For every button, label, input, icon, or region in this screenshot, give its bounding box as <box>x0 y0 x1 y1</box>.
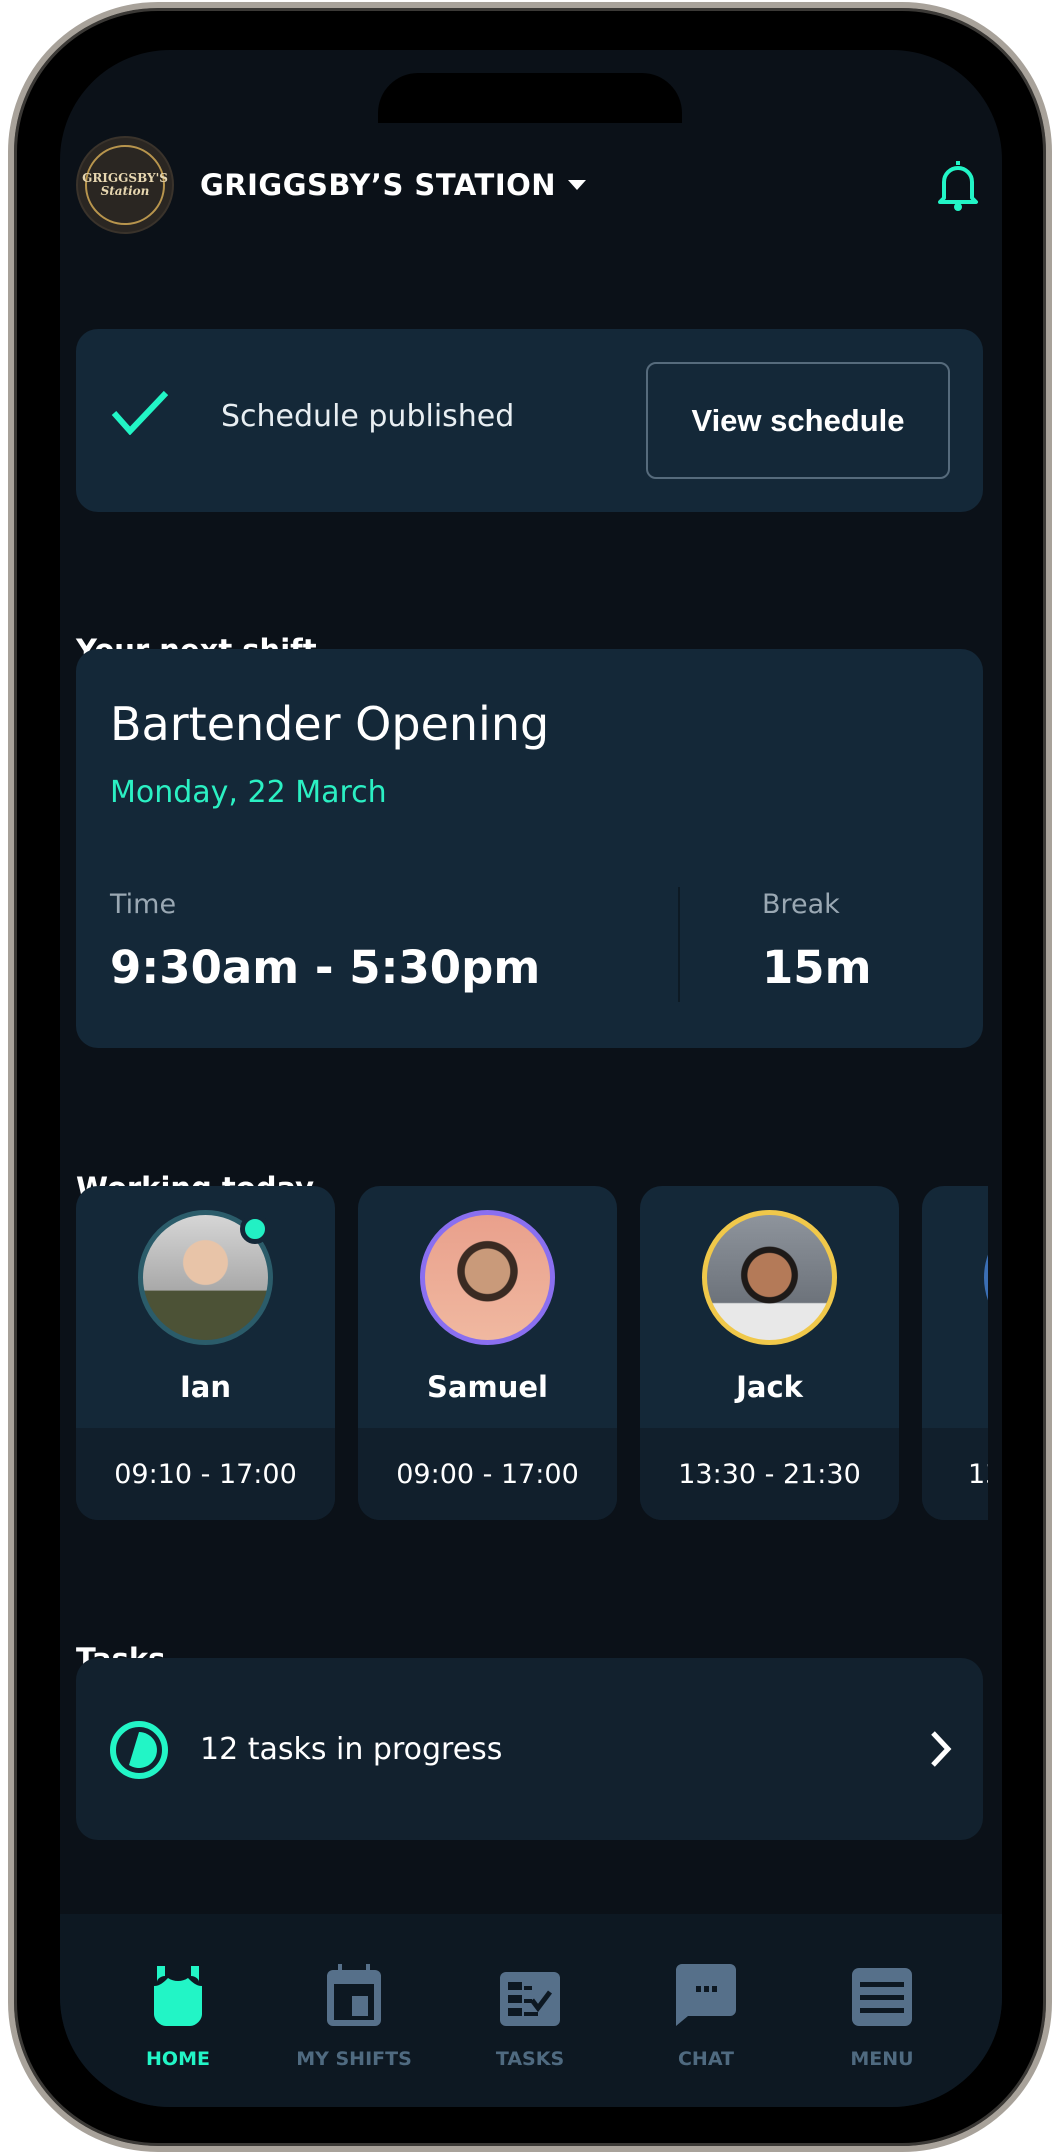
calendar-icon <box>327 1964 381 2026</box>
nav-label: HOME <box>146 2048 210 2070</box>
nav-home[interactable]: HOME <box>98 1962 258 2070</box>
staff-hours: 09:00 - 17:00 <box>358 1428 617 1520</box>
staff-name: Jack <box>736 1370 803 1404</box>
nav-label: CHAT <box>677 2048 735 2070</box>
bottom-nav: HOME MY SHIFTS TASKS CHAT MENU <box>60 1914 1002 2107</box>
tasks-summary: 12 tasks in progress <box>200 1732 503 1767</box>
staff-card[interactable]: Jack 13:30 - 21:30 <box>640 1186 899 1520</box>
avatar <box>984 1210 988 1345</box>
staff-card[interactable]: Samuel 09:00 - 17:00 <box>358 1186 617 1520</box>
home-icon <box>154 1966 202 2026</box>
nav-label: MY SHIFTS <box>296 2048 412 2070</box>
task-list-icon <box>500 1972 560 2026</box>
nav-label: TASKS <box>495 2048 565 2070</box>
staff-hours: 13:30 - 21:30 <box>640 1428 899 1520</box>
chat-bubble-icon <box>676 1964 736 2026</box>
avatar <box>420 1210 555 1345</box>
avatar <box>702 1210 837 1345</box>
nav-chat[interactable]: CHAT <box>626 1962 786 2070</box>
staff-card[interactable]: Ian 09:10 - 17:00 <box>76 1186 335 1520</box>
tasks-card[interactable]: 12 tasks in progress <box>76 1658 983 1840</box>
staff-hours: 13 <box>922 1428 988 1520</box>
app-screen: GRIGGSBY'S Station GRIGGSBY’S STATION Sch… <box>60 50 1002 2107</box>
nav-tasks[interactable]: TASKS <box>450 1962 610 2070</box>
staff-name: Samuel <box>427 1370 548 1404</box>
nav-my-shifts[interactable]: MY SHIFTS <box>274 1962 434 2070</box>
nav-label: MENU <box>850 2048 914 2070</box>
online-indicator <box>240 1214 270 1244</box>
nav-menu[interactable]: MENU <box>802 1962 962 2070</box>
menu-icon <box>852 1968 912 2026</box>
staff-name: Ian <box>179 1370 231 1404</box>
staff-hours: 09:10 - 17:00 <box>76 1428 335 1520</box>
progress-clock-icon <box>110 1721 168 1779</box>
staff-card[interactable]: 13 <box>922 1186 988 1520</box>
chevron-right-icon <box>931 1731 952 1767</box>
